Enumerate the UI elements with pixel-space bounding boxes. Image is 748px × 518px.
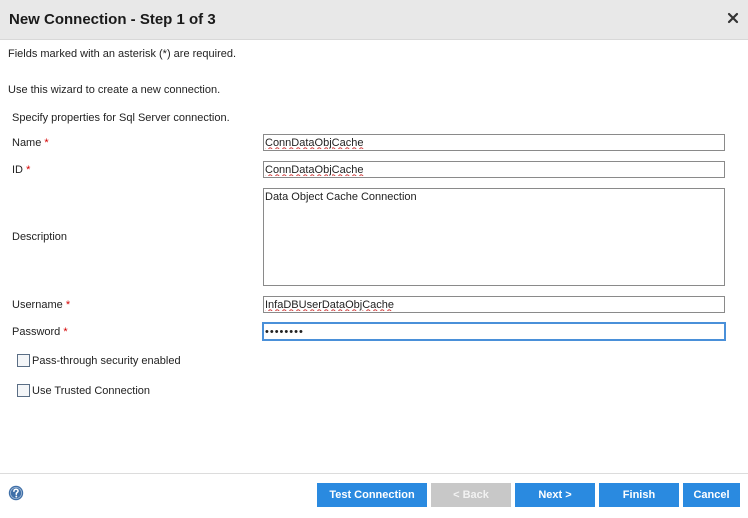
name-label: Name * xyxy=(12,137,49,149)
name-required-asterisk: * xyxy=(44,137,49,149)
password-input[interactable] xyxy=(262,322,726,341)
username-label: Username * xyxy=(12,299,70,311)
id-required-asterisk: * xyxy=(26,164,31,176)
dialog-title: New Connection - Step 1 of 3 xyxy=(9,11,216,28)
pass-through-checkbox[interactable] xyxy=(17,354,30,367)
back-button[interactable]: < Back xyxy=(431,483,511,507)
password-label-text: Password xyxy=(12,326,61,338)
description-label: Description xyxy=(12,231,68,243)
close-icon[interactable] xyxy=(726,11,740,25)
pass-through-row[interactable]: Pass-through security enabled xyxy=(17,354,181,367)
id-input[interactable] xyxy=(263,161,725,178)
finish-button[interactable]: Finish xyxy=(599,483,679,507)
password-required-asterisk: * xyxy=(63,326,68,338)
username-required-asterisk: * xyxy=(65,299,71,311)
dialog-title-bar: New Connection - Step 1 of 3 xyxy=(0,0,748,40)
required-note: Fields marked with an asterisk (*) are r… xyxy=(8,48,237,60)
trusted-connection-label: Use Trusted Connection xyxy=(32,384,151,397)
password-label: Password * xyxy=(12,326,68,338)
test-connection-button[interactable]: Test Connection xyxy=(317,483,427,507)
trusted-connection-checkbox[interactable] xyxy=(17,384,30,397)
new-connection-dialog: New Connection - Step 1 of 3 Fields mark… xyxy=(0,0,748,518)
name-label-text: Name xyxy=(12,137,42,149)
description-textarea[interactable]: Data Object Cache Connection xyxy=(263,188,725,286)
cancel-button[interactable]: Cancel xyxy=(683,483,740,507)
trusted-connection-row[interactable]: Use Trusted Connection xyxy=(17,384,150,397)
username-input[interactable] xyxy=(263,296,725,313)
help-question-icon[interactable] xyxy=(8,485,24,501)
username-label-text: Username xyxy=(12,299,63,311)
wizard-note: Use this wizard to create a new connecti… xyxy=(8,84,221,96)
name-input[interactable] xyxy=(263,134,725,151)
pass-through-label: Pass-through security enabled xyxy=(32,354,181,367)
id-label: ID * xyxy=(12,164,30,176)
id-label-text: ID xyxy=(12,164,23,176)
dialog-footer: Test Connection < Back Next > Finish Can… xyxy=(0,473,748,518)
properties-heading: Specify properties for Sql Server connec… xyxy=(12,112,230,124)
next-button[interactable]: Next > xyxy=(515,483,595,507)
